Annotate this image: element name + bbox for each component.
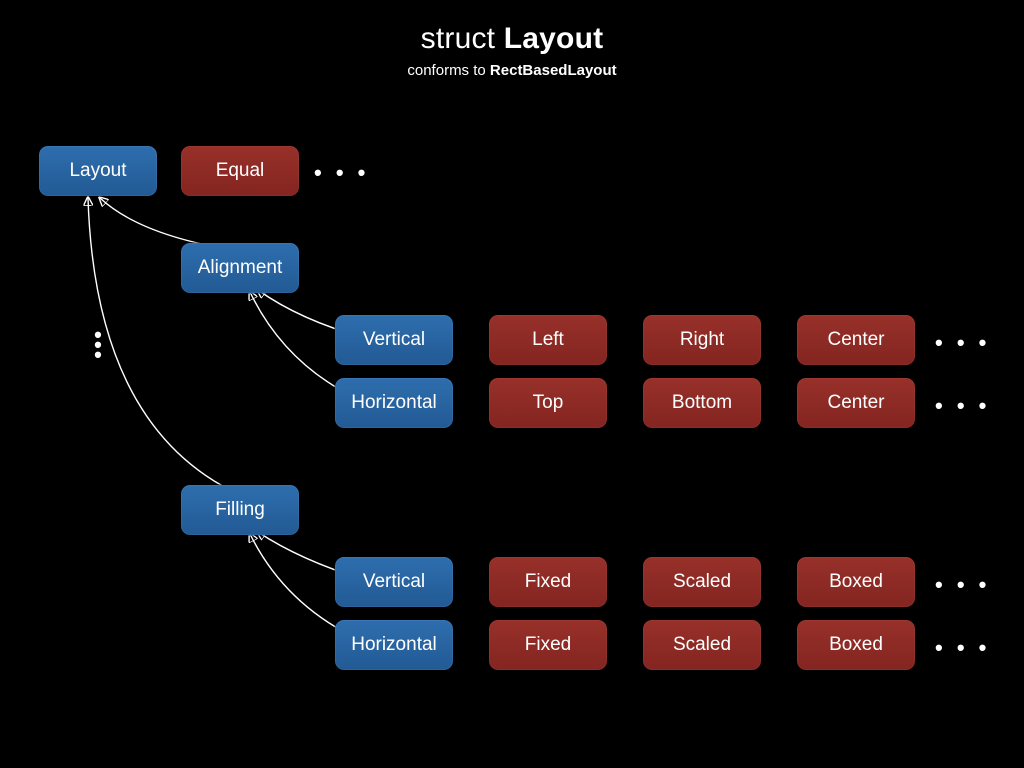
subtitle-name: RectBasedLayout [490, 62, 617, 79]
title-name: Layout [504, 22, 604, 55]
node-align-h-opt-0: Top [489, 378, 607, 428]
ellipsis-root-row: • • • [314, 160, 369, 186]
ellipsis-align-h: • • • [935, 393, 990, 419]
node-align-h-opt-2: Center [797, 378, 915, 428]
ellipsis-left-vertical: ••• [93, 330, 103, 360]
node-fill-v-opt-0: Fixed [489, 557, 607, 607]
node-equal: Equal [181, 146, 299, 196]
page-title: struct Layout [0, 22, 1024, 56]
node-fill-h-opt-0: Fixed [489, 620, 607, 670]
node-alignment: Alignment [181, 243, 299, 293]
node-fill-v-opt-2: Boxed [797, 557, 915, 607]
node-align-v-opt-2: Center [797, 315, 915, 365]
node-align-v-opt-0: Left [489, 315, 607, 365]
node-layout-root: Layout [39, 146, 157, 196]
ellipsis-fill-v: • • • [935, 572, 990, 598]
node-filling: Filling [181, 485, 299, 535]
node-fill-v-opt-1: Scaled [643, 557, 761, 607]
node-alignment-vertical: Vertical [335, 315, 453, 365]
ellipsis-align-v: • • • [935, 330, 990, 356]
page-subtitle: conforms to RectBasedLayout [0, 62, 1024, 79]
title-prefix: struct [421, 22, 496, 55]
node-alignment-horizontal: Horizontal [335, 378, 453, 428]
ellipsis-fill-h: • • • [935, 635, 990, 661]
node-fill-h-opt-2: Boxed [797, 620, 915, 670]
node-fill-h-opt-1: Scaled [643, 620, 761, 670]
diagram-stage: struct Layout conforms to RectBasedLayou… [0, 0, 1024, 768]
subtitle-prefix: conforms to [407, 62, 485, 79]
node-align-h-opt-1: Bottom [643, 378, 761, 428]
node-filling-vertical: Vertical [335, 557, 453, 607]
node-align-v-opt-1: Right [643, 315, 761, 365]
node-filling-horizontal: Horizontal [335, 620, 453, 670]
